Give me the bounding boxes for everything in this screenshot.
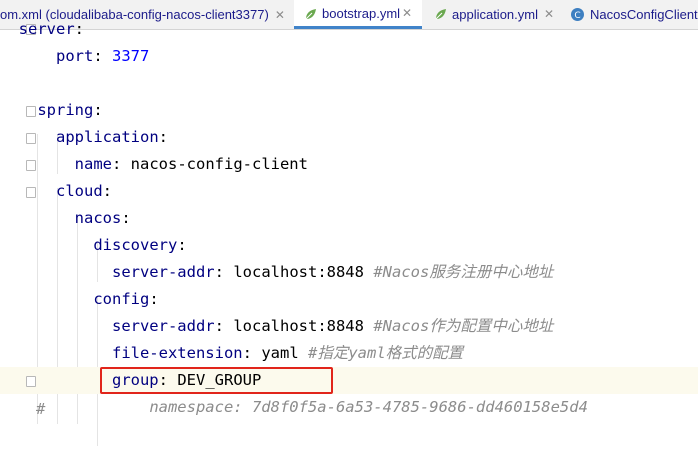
code-line: server-addr: localhost:8848 #Nacos服务注册中心… xyxy=(0,259,698,286)
colon: : xyxy=(102,182,113,200)
yaml-comment: #Nacos作为配置中心地址 xyxy=(373,317,554,335)
yaml-value: localhost:8848 xyxy=(233,263,364,281)
code-line: namespace: 7d8f0f5a-6a53-4785-9686-dd460… xyxy=(0,394,698,421)
annotation-highlight-box xyxy=(100,367,333,394)
colon: : xyxy=(242,344,252,362)
colon: : xyxy=(93,101,103,119)
colon: : xyxy=(93,47,103,65)
yaml-key: spring xyxy=(37,101,94,119)
fold-marker[interactable] xyxy=(26,376,36,387)
colon: : xyxy=(158,128,168,146)
colon: : xyxy=(74,20,85,38)
yaml-key: discovery xyxy=(93,236,178,254)
code-editor[interactable]: server: port: 3377 spring: application: … xyxy=(0,20,698,453)
colon: : xyxy=(149,290,159,308)
code-line: server-addr: localhost:8848 #Nacos作为配置中心… xyxy=(0,313,698,340)
yaml-value: nacos-config-client xyxy=(130,155,308,173)
code-line: nacos: xyxy=(0,205,698,232)
yaml-value: 3377 xyxy=(112,47,150,65)
yaml-key: name xyxy=(74,155,112,173)
yaml-comment: #指定yaml格式的配置 xyxy=(308,344,464,362)
colon: : xyxy=(111,155,122,173)
colon: : xyxy=(121,209,131,227)
yaml-key: server xyxy=(18,20,75,38)
code-line: application: xyxy=(0,124,698,151)
code-line: cloud: xyxy=(0,178,698,205)
colon: : xyxy=(177,236,187,254)
yaml-key: config xyxy=(93,290,150,308)
yaml-key: port xyxy=(56,47,94,65)
yaml-key: application xyxy=(56,128,159,146)
code-line: port: 3377 xyxy=(0,43,698,70)
yaml-key: nacos xyxy=(74,209,122,227)
yaml-key: file-extension xyxy=(111,344,243,362)
code-line: discovery: xyxy=(0,232,698,259)
yaml-value: yaml xyxy=(261,344,299,362)
colon: : xyxy=(214,317,224,335)
yaml-comment: #Nacos服务注册中心地址 xyxy=(373,263,554,281)
code-line: server: xyxy=(0,16,698,43)
code-line: file-extension: yaml #指定yaml格式的配置 xyxy=(0,340,698,367)
colon: : xyxy=(214,263,224,281)
yaml-comment: namespace: 7d8f0f5a-6a53-4785-9686-dd460… xyxy=(149,398,588,416)
yaml-key: server-addr xyxy=(111,317,215,335)
code-line: spring: xyxy=(0,97,698,124)
code-line: name: nacos-config-client xyxy=(0,151,698,178)
code-line: config: xyxy=(0,286,698,313)
yaml-key: server-addr xyxy=(111,263,215,281)
yaml-value: localhost:8848 xyxy=(233,317,364,335)
yaml-key: cloud xyxy=(56,182,103,200)
